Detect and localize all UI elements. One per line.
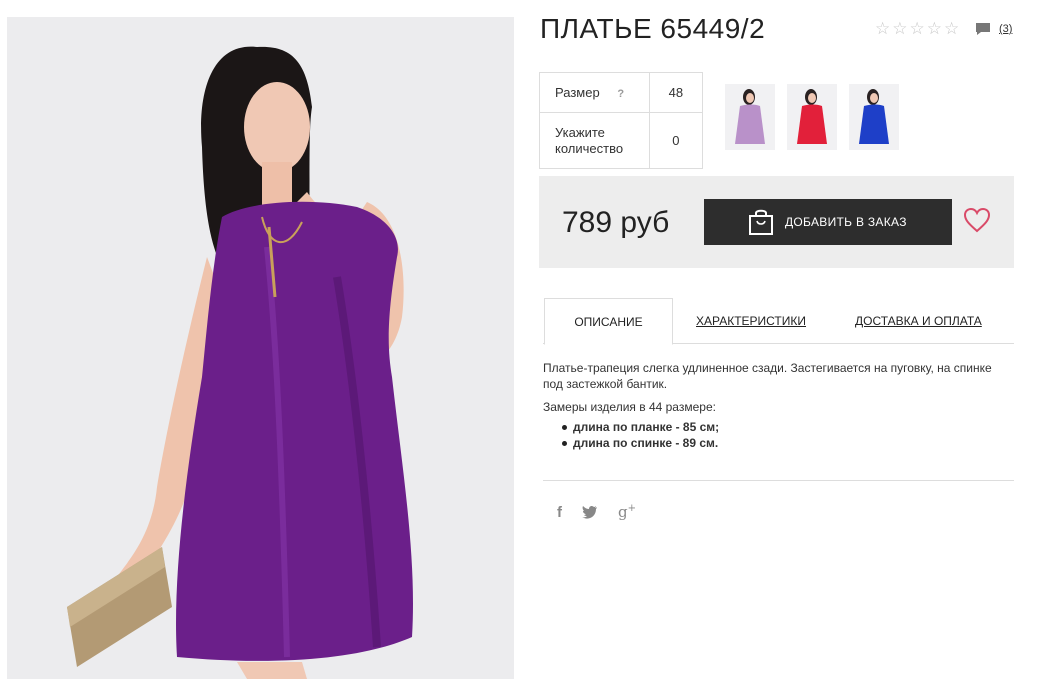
product-title: ПЛАТЬЕ 65449/2 <box>540 13 766 44</box>
price: 789 руб <box>562 206 670 239</box>
rating-stars[interactable]: ☆ ☆ ☆ ☆ ☆ <box>875 20 959 38</box>
google-plus-icon[interactable]: g+ <box>618 503 636 521</box>
size-label-cell: Размер ? <box>539 72 650 113</box>
size-label: Размер <box>555 85 600 100</box>
star-icon[interactable]: ☆ <box>944 20 959 38</box>
list-item: длина по спинке - 89 см. <box>560 435 1013 451</box>
options-table: Размер ? 48 Укажите количество 0 <box>539 72 704 169</box>
add-to-order-label: ДОБАВИТЬ В ЗАКАЗ <box>785 215 907 229</box>
quantity-input[interactable]: 0 <box>648 112 704 169</box>
add-to-order-button[interactable]: ДОБАВИТЬ В ЗАКАЗ <box>704 199 952 245</box>
buy-box: 789 руб ДОБАВИТЬ В ЗАКАЗ <box>539 176 1014 268</box>
facebook-icon[interactable]: f <box>557 504 562 521</box>
tab-description[interactable]: ОПИСАНИЕ <box>544 298 673 345</box>
twitter-icon[interactable] <box>582 505 598 519</box>
size-select[interactable]: 48 <box>648 72 704 113</box>
measurements-list: длина по планке - 85 см; длина по спинке… <box>543 419 1013 451</box>
size-help-icon[interactable]: ? <box>617 88 624 100</box>
social-share: f g+ <box>557 503 636 521</box>
description-panel: Платье-трапеция слегка удлиненное сзади.… <box>543 360 1013 451</box>
divider <box>543 480 1014 481</box>
shopping-bag-icon <box>749 209 773 235</box>
tab-delivery-payment[interactable]: ДОСТАВКА И ОПЛАТА <box>855 298 982 344</box>
tab-characteristics[interactable]: ХАРАКТЕРИСТИКИ <box>696 298 806 344</box>
thumbnail-red[interactable] <box>787 84 837 150</box>
product-tabs: ОПИСАНИЕ ХАРАКТЕРИСТИКИ ДОСТАВКА И ОПЛАТ… <box>543 298 1014 345</box>
quantity-label: Укажите количество <box>539 112 650 169</box>
star-icon[interactable]: ☆ <box>910 20 925 38</box>
star-icon[interactable]: ☆ <box>927 20 942 38</box>
star-icon[interactable]: ☆ <box>875 20 890 38</box>
list-item: длина по планке - 85 см; <box>560 419 1013 435</box>
comment-icon[interactable] <box>975 22 991 36</box>
star-icon[interactable]: ☆ <box>892 20 907 38</box>
heart-icon[interactable] <box>963 207 991 233</box>
thumbnail-blue[interactable] <box>849 84 899 150</box>
description-text: Платье-трапеция слегка удлиненное сзади.… <box>543 361 992 391</box>
reviews-count-link[interactable]: (3) <box>999 23 1012 35</box>
product-main-image[interactable] <box>7 17 514 679</box>
thumbnail-lilac[interactable] <box>725 84 775 150</box>
measurements-title: Замеры изделия в 44 размере: <box>543 400 716 414</box>
